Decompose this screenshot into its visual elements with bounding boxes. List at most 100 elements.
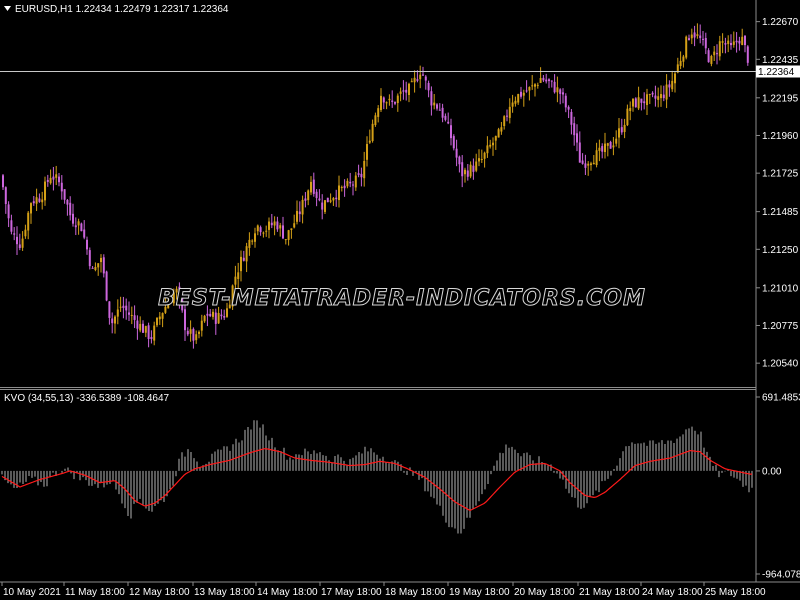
candle-body [609,141,612,149]
candle [279,222,282,237]
candle [116,299,119,325]
candle [702,31,704,46]
candle-body [707,50,710,63]
candle [287,229,290,246]
candle-body [161,313,164,319]
candle-body [702,38,704,40]
candle-body [730,42,732,46]
candle [744,35,746,53]
candle-body [564,95,567,108]
candle-body [615,138,618,144]
time-tick-label: 13 May 18:00 [194,587,255,598]
candle [363,151,366,187]
candle [531,75,534,90]
candle-body [413,77,416,83]
candle-body [520,91,522,97]
candle-body [746,46,749,63]
candle-body [363,160,366,179]
candle [301,195,304,224]
candle [156,317,158,328]
candle-body [595,150,598,166]
candle-body [234,276,237,285]
candle [273,216,276,236]
candle-body [158,316,161,320]
candle-body [153,325,156,341]
candle [671,70,674,92]
candle [436,103,438,111]
candle [640,98,643,111]
candle [545,73,548,84]
candle [500,121,503,135]
candle [587,161,590,176]
candle-body [321,202,324,210]
candle [357,164,360,178]
candle [265,225,268,237]
candle-body [402,90,405,92]
candle-body [248,239,251,248]
candle-body [32,201,35,204]
candle [343,179,346,197]
kvo-axis: 691.4853 0.00 -964.0785 [756,393,800,581]
candle [332,196,335,206]
candle-body [340,186,343,188]
candle [368,129,371,144]
candle-body [329,200,332,202]
candle-body [371,123,374,141]
candle-body [741,36,744,46]
candle-body [632,98,634,107]
candle-body [427,82,430,91]
candle [74,217,77,236]
candle [18,233,21,251]
candle [447,112,450,125]
candle [665,74,668,109]
candle-body [240,256,242,272]
candle [114,315,116,334]
candle [310,176,312,196]
candle [88,247,91,270]
candle-body [696,34,699,36]
candle-body [86,239,88,250]
candle [539,67,542,84]
candle [634,97,637,108]
kvo-pane [1,420,753,534]
candle-body [259,227,262,233]
candle [517,93,520,105]
candle-body [405,89,408,93]
candle [240,250,242,282]
candle-body [410,81,413,83]
candle [276,216,279,232]
candle-body [472,165,475,172]
candle-body [72,213,74,224]
candle-body [525,90,528,92]
candle-body [245,246,248,262]
candle [746,45,749,66]
candle-body [74,225,77,228]
candle [444,113,447,122]
candle [503,115,506,130]
collapse-triangle-icon[interactable] [4,6,11,11]
candle-body [357,173,360,175]
current-price-marker: 1.22364 [0,65,800,78]
candle [741,28,744,46]
candle [592,155,595,165]
candle-body [310,181,312,193]
candle-body [508,106,511,118]
candle [130,306,133,325]
candle [685,35,688,60]
candle [548,78,550,89]
candle-body [242,257,245,261]
candle [483,151,486,168]
candle [105,270,108,302]
time-tick-label: 19 May 18:00 [449,587,510,598]
candle-body [637,97,640,109]
candle [371,119,374,143]
candle [69,196,72,221]
candle [522,89,525,107]
candle [413,70,416,93]
candle-body [150,337,153,340]
candle [58,172,60,187]
candle [142,320,144,334]
candle-body [338,185,340,201]
candle-body [282,225,284,239]
candle [46,174,49,187]
